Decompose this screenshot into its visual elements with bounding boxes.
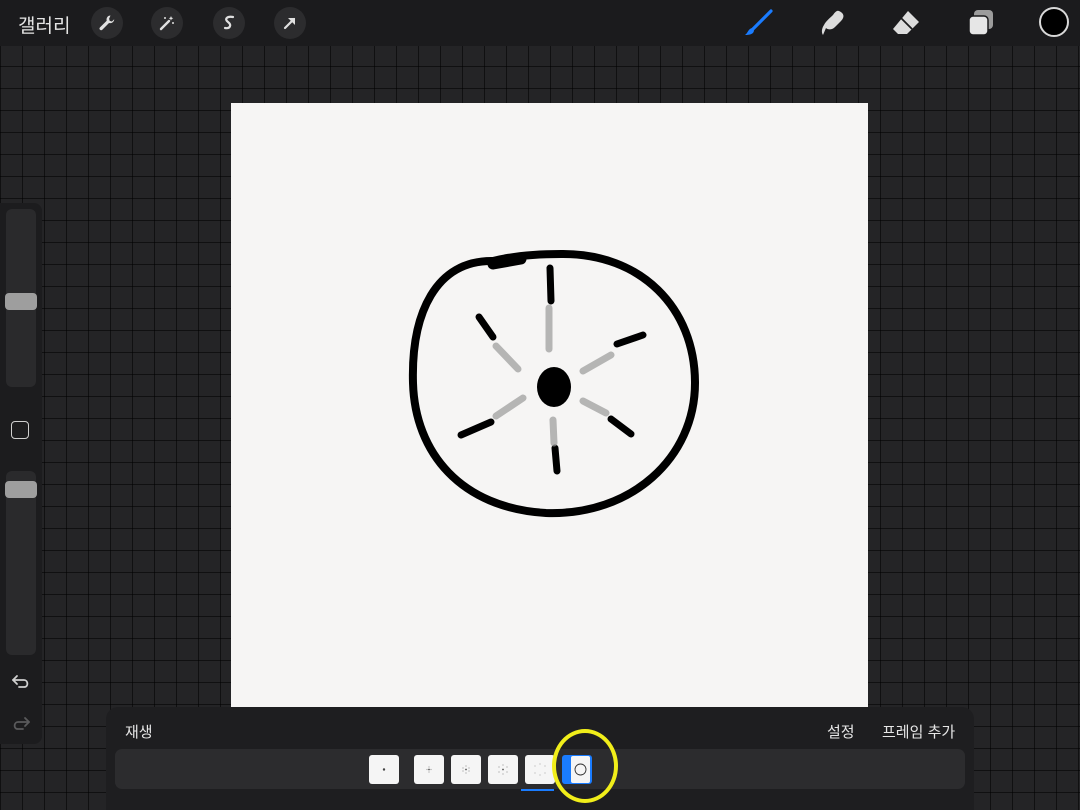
frame-timeline (115, 749, 965, 789)
frame-4[interactable] (488, 755, 518, 784)
undo-icon[interactable] (10, 670, 32, 692)
gallery-button[interactable]: 갤러리 (18, 11, 70, 38)
current-frame-indicator (521, 789, 554, 791)
frame-1[interactable] (369, 755, 399, 784)
play-button[interactable]: 재생 (125, 721, 153, 742)
opacity-thumb[interactable] (5, 481, 37, 498)
modify-button[interactable] (11, 421, 29, 439)
brush-size-slider[interactable] (5, 209, 37, 387)
layers-icon[interactable] (966, 8, 996, 38)
canvas-artwork (408, 249, 700, 518)
selection-s-icon[interactable] (213, 7, 245, 39)
settings-button[interactable]: 설정 (827, 721, 855, 742)
brush-size-thumb[interactable] (5, 293, 37, 310)
selected-frame-highlight (552, 729, 618, 803)
animation-assist-panel: 재생 설정 프레임 추가 (106, 707, 974, 810)
redo-icon[interactable] (10, 712, 32, 734)
opacity-slider[interactable] (5, 471, 37, 655)
smudge-icon[interactable] (818, 8, 848, 38)
wrench-icon[interactable] (91, 7, 123, 39)
frame-2[interactable] (414, 755, 444, 784)
color-picker-button[interactable] (1039, 7, 1069, 37)
frame-5[interactable] (525, 755, 555, 784)
left-sidebar (0, 203, 42, 744)
brush-icon[interactable] (744, 8, 774, 38)
top-toolbar: 갤러리 (0, 0, 1080, 46)
eraser-icon[interactable] (891, 8, 921, 38)
drawing-canvas[interactable] (231, 103, 868, 707)
transform-arrow-icon[interactable] (274, 7, 306, 39)
magic-wand-icon[interactable] (151, 7, 183, 39)
frame-3[interactable] (451, 755, 481, 784)
add-frame-button[interactable]: 프레임 추가 (882, 721, 955, 742)
